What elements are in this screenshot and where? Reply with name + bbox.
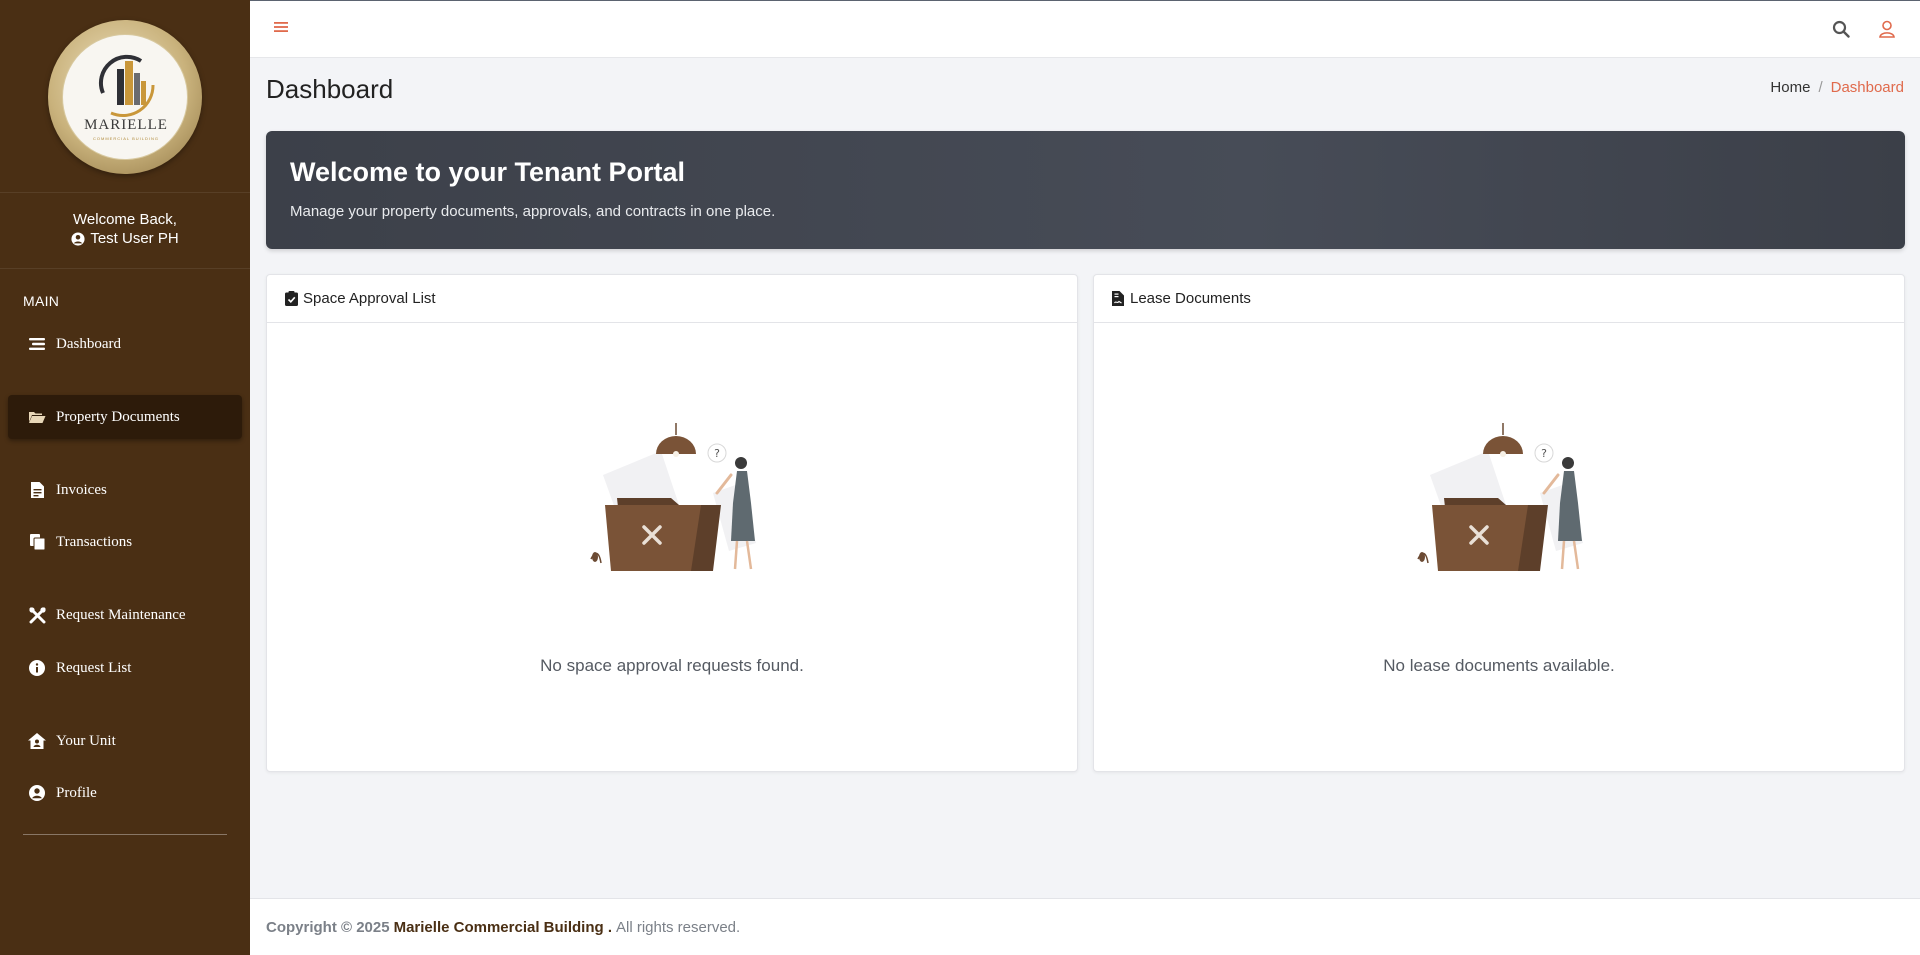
sidebar-divider <box>0 192 250 193</box>
footer-copyright: Copyright © 2025 <box>266 918 390 936</box>
building-logo-icon <box>99 54 155 117</box>
nav-section-label: MAIN <box>23 293 60 309</box>
sidebar-item-label: Property Documents <box>56 408 180 425</box>
user-icon[interactable] <box>1878 20 1896 38</box>
welcome-banner: Welcome to your Tenant Portal Manage you… <box>266 131 1905 249</box>
footer-rights: All rights reserved. <box>615 918 741 936</box>
welcome-block: Welcome Back, Test User PH <box>0 210 250 251</box>
copy-icon <box>28 533 46 551</box>
empty-state-illustration: ? <box>1417 423 1583 571</box>
space-approval-card: Space Approval List ? No space approval … <box>266 274 1078 772</box>
banner-title: Welcome to your Tenant Portal <box>290 157 686 187</box>
info-icon <box>28 659 46 677</box>
sidebar-item-request-maintenance[interactable]: Request Maintenance <box>8 593 242 637</box>
hamburger-icon[interactable] <box>274 20 288 34</box>
user-name-line: Test User PH <box>71 229 179 248</box>
top-navbar <box>250 0 1920 58</box>
empty-state-message: No space approval requests found. <box>540 656 804 675</box>
sidebar-item-label: Transactions <box>56 533 133 550</box>
sidebar-divider <box>0 268 250 269</box>
sidebar-item-label: Your Unit <box>56 732 116 749</box>
empty-state-message: No lease documents available. <box>1383 656 1615 675</box>
tools-icon <box>28 606 46 624</box>
svg-text:?: ? <box>714 447 720 460</box>
user-circle-icon <box>71 231 85 246</box>
sidebar-item-label: Invoices <box>56 481 107 498</box>
folder-open-icon <box>28 408 46 426</box>
user-circle-icon <box>28 784 46 802</box>
breadcrumb-current: Dashboard <box>1830 79 1904 96</box>
sidebar: MARIELLE COMMERCIAL BUILDING Welcome Bac… <box>0 0 250 955</box>
footer: Copyright © 2025 Marielle Commercial Bui… <box>250 898 1920 955</box>
banner-subtitle: Manage your property documents, approval… <box>290 203 776 220</box>
search-icon[interactable] <box>1832 20 1850 38</box>
card-header: Lease Documents <box>1094 275 1904 323</box>
logo-subtext: COMMERCIAL BUILDING <box>93 136 159 141</box>
card-title: Space Approval List <box>303 290 436 307</box>
welcome-text: Welcome Back, <box>73 211 177 228</box>
house-user-icon <box>28 732 46 750</box>
sidebar-item-label: Profile <box>56 784 97 801</box>
sidebar-item-your-unit[interactable]: Your Unit <box>8 719 242 763</box>
card-title: Lease Documents <box>1130 290 1251 307</box>
sidebar-item-dashboard[interactable]: Dashboard <box>8 322 242 366</box>
empty-state-illustration: ? <box>590 423 756 571</box>
logo-text: MARIELLE <box>84 117 168 133</box>
page-title: Dashboard <box>266 74 394 104</box>
sidebar-item-profile[interactable]: Profile <box>8 771 242 815</box>
sidebar-divider <box>23 834 227 835</box>
sidebar-item-invoices[interactable]: Invoices <box>8 468 242 512</box>
sidebar-item-label: Dashboard <box>56 335 121 352</box>
invoice-icon <box>28 481 46 499</box>
breadcrumb-home-link[interactable]: Home <box>1770 79 1810 96</box>
sidebar-item-label: Request List <box>56 659 132 676</box>
file-contract-icon <box>1112 291 1125 306</box>
user-name: Test User PH <box>90 230 179 247</box>
sidebar-item-property-documents[interactable]: Property Documents <box>8 395 242 439</box>
clipboard-check-icon <box>285 291 298 306</box>
logo-emblem: MARIELLE COMMERCIAL BUILDING <box>62 34 188 160</box>
sidebar-item-label: Request Maintenance <box>56 606 186 623</box>
brand-logo[interactable]: MARIELLE COMMERCIAL BUILDING <box>48 20 202 174</box>
footer-brand-link[interactable]: Marielle Commercial Building . <box>394 919 612 936</box>
sidebar-item-request-list[interactable]: Request List <box>8 646 242 690</box>
sidebar-item-transactions[interactable]: Transactions <box>8 520 242 564</box>
breadcrumb-separator: / <box>1818 79 1823 96</box>
lease-documents-card: Lease Documents ? No lease documents ava… <box>1093 274 1905 772</box>
list-icon <box>28 335 46 353</box>
svg-text:?: ? <box>1541 447 1547 460</box>
card-header: Space Approval List <box>267 275 1077 323</box>
breadcrumb: Home / Dashboard <box>1770 79 1904 96</box>
